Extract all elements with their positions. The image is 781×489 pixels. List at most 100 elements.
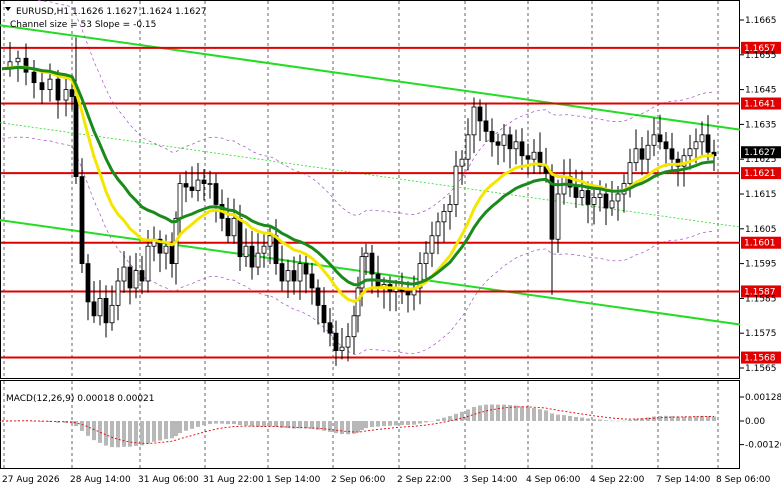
candle-body [63, 89, 69, 101]
candle-body [47, 78, 53, 91]
candle-body [531, 151, 537, 160]
macd-y-axis: 0.00128 0.00 -0.00126 [740, 393, 781, 451]
macd-bar [652, 416, 656, 421]
macd-bar [116, 421, 120, 448]
candle-body [195, 179, 201, 191]
candle-body [633, 148, 639, 164]
candle-body [447, 204, 453, 212]
macd-bar [128, 421, 132, 447]
macd-y-tick-label: -0.00126 [745, 441, 781, 451]
x-tick-label: 31 Aug 06:00 [138, 475, 199, 485]
macd-bar [556, 414, 560, 421]
candle-body [109, 304, 115, 324]
chart-canvas: 1.16571.16411.16211.16011.15871.15681.16… [0, 0, 781, 485]
candle-body [345, 336, 351, 348]
macd-bar [664, 415, 668, 421]
candle-body [291, 270, 297, 282]
candle-body [525, 155, 531, 160]
candle-body [489, 130, 495, 143]
macd-bar [604, 420, 608, 421]
macd-label: MACD(12,26,9) 0.00018 0.00021 [6, 394, 155, 404]
candle-body [139, 270, 145, 282]
candle-body [23, 57, 29, 73]
candle-body [495, 141, 501, 146]
macd-bar [92, 421, 96, 441]
candle-body [213, 183, 219, 205]
y-tick-label: 1.1645 [745, 86, 777, 96]
macd-bar [496, 404, 500, 421]
macd-bar [346, 421, 350, 435]
candle-body [453, 165, 459, 205]
candle-body [297, 263, 303, 282]
macd-bar [140, 421, 144, 446]
macd-bar [562, 415, 566, 421]
x-tick-label: 28 Aug 14:00 [70, 475, 131, 485]
macd-bar [430, 420, 434, 422]
candle-body [177, 183, 183, 219]
x-tick-label: 1 Sep 14:00 [266, 475, 321, 485]
candle-body [189, 186, 195, 191]
candle-body [465, 134, 471, 160]
candle-body [501, 134, 507, 146]
candle-body [225, 217, 231, 237]
y-axis: 1.1665 1.1655 1.1645 1.1635 1.1625 1.1615 1.16… [740, 16, 777, 374]
macd-bar [526, 407, 530, 421]
candle-body [85, 263, 91, 303]
candle-body [249, 245, 255, 268]
x-tick-label: 4 Sep 06:00 [526, 475, 581, 485]
candle-body [15, 57, 21, 63]
macd-bar [412, 421, 416, 425]
symbol-ohlc-label: EURUSD,H1 1.1626 1.1627 1.1624 1.1627 [16, 7, 207, 17]
candle-body [639, 148, 645, 160]
candle-body [261, 245, 267, 254]
candle-body [127, 266, 133, 289]
candle-body [459, 158, 465, 167]
x-tick-label: 27 Aug 2026 [2, 475, 60, 485]
macd-bar [574, 416, 578, 421]
macd-bar [170, 421, 174, 439]
macd-bar [376, 421, 380, 427]
y-tick-label: 1.1635 [745, 120, 777, 130]
macd-bar [356, 421, 360, 433]
macd-bar [364, 421, 368, 429]
macd-bar [208, 421, 212, 425]
x-tick-label: 8 Sep 06:00 [716, 475, 771, 485]
candle-body [513, 141, 519, 150]
candle-body [615, 193, 621, 202]
macd-bar [436, 419, 440, 421]
candle-body [477, 106, 483, 122]
candle-body [423, 252, 429, 265]
candle-body [163, 245, 169, 254]
macd-bar [268, 421, 272, 427]
candle-body [693, 141, 699, 150]
candle-body [435, 221, 441, 237]
candle-body [39, 82, 45, 90]
macd-bar [550, 413, 554, 421]
candle-body [237, 217, 243, 258]
y-tick-label: 1.1655 [745, 51, 777, 61]
candle-body [585, 190, 591, 205]
macd-bar [250, 421, 254, 427]
candle-body [55, 78, 61, 101]
macd-bar [178, 421, 182, 434]
macd-bar [184, 421, 188, 431]
macd-bar [110, 421, 114, 448]
candle-body [339, 346, 345, 351]
macd-bar [196, 421, 200, 427]
candle-body [279, 263, 285, 282]
macd-bar [520, 406, 524, 421]
macd-bar [104, 421, 108, 446]
candle-body [145, 245, 151, 282]
macd-y-tick-label: 0.00128 [745, 393, 781, 403]
macd-bar [466, 409, 470, 421]
macd-bar [340, 421, 344, 435]
candle-body [201, 179, 207, 184]
candle-body [483, 120, 489, 132]
channel-info-label: Channel size = 53 Slope = -0.15 [10, 20, 156, 30]
macd-bar [592, 419, 596, 421]
macd-bar [238, 421, 242, 426]
candle-body [609, 200, 615, 209]
x-tick-label: 31 Aug 22:00 [203, 475, 264, 485]
x-tick-label: 7 Sep 14:00 [656, 475, 711, 485]
candle-body [687, 148, 693, 157]
